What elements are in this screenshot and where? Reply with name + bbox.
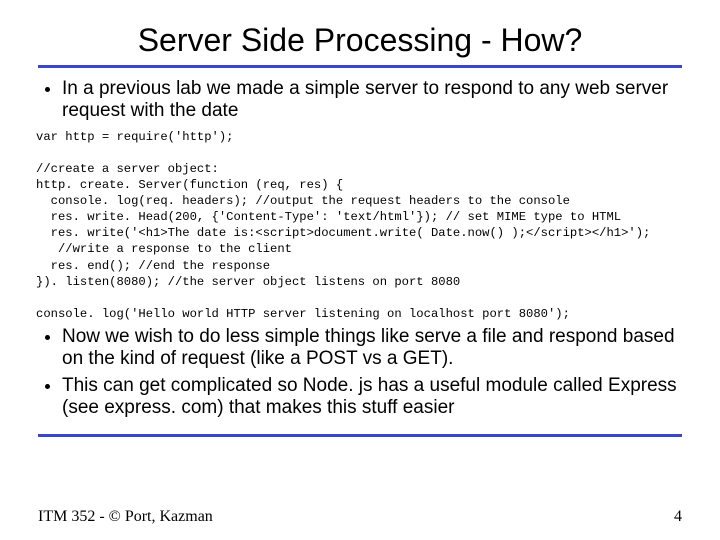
- intro-bullet-list: In a previous lab we made a simple serve…: [34, 78, 686, 123]
- code-block: var http = require('http'); //create a s…: [36, 129, 686, 322]
- divider-bottom: [38, 434, 682, 437]
- closing-bullet-1: Now we wish to do less simple things lik…: [62, 326, 686, 371]
- divider-top: [38, 65, 682, 68]
- slide-number: 4: [674, 508, 682, 526]
- slide-title: Server Side Processing - How?: [34, 22, 686, 59]
- footer-left: ITM 352 - © Port, Kazman: [38, 508, 213, 526]
- closing-bullet-2: This can get complicated so Node. js has…: [62, 375, 686, 420]
- closing-bullet-list: Now we wish to do less simple things lik…: [34, 326, 686, 420]
- slide: Server Side Processing - How? In a previ…: [0, 0, 720, 540]
- intro-bullet: In a previous lab we made a simple serve…: [62, 78, 686, 123]
- footer: ITM 352 - © Port, Kazman 4: [38, 508, 682, 526]
